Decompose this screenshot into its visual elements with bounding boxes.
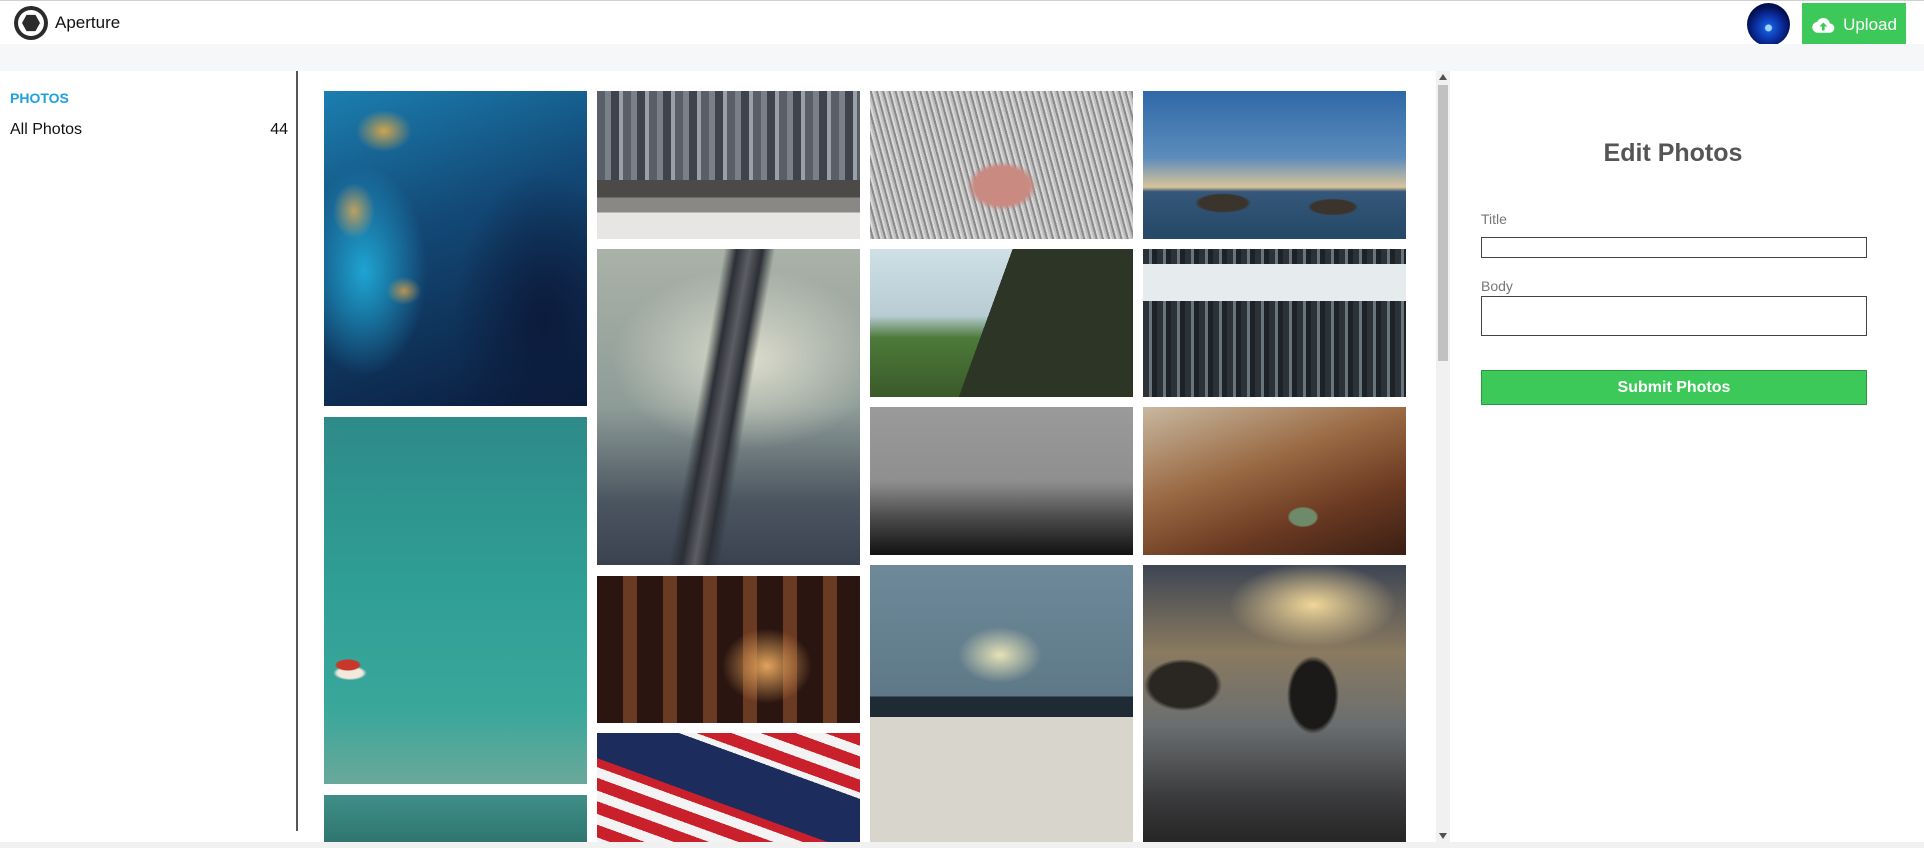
aperture-logo-icon[interactable] <box>14 6 48 40</box>
sidebar-heading: PHOTOS <box>10 90 69 106</box>
upload-label: Upload <box>1843 14 1897 34</box>
sidebar-item-count: 44 <box>270 121 288 138</box>
photo-foggy-railroad[interactable] <box>597 249 860 565</box>
scroll-up-icon[interactable] <box>1439 74 1447 80</box>
cloud-upload-icon <box>1812 17 1835 33</box>
logo-hexagon <box>22 14 40 32</box>
scroll-down-icon[interactable] <box>1439 833 1447 839</box>
upload-button[interactable]: Upload <box>1802 3 1906 46</box>
photo-cliff-road[interactable] <box>870 249 1133 397</box>
photo-teal-water-boat[interactable] <box>324 417 587 784</box>
photo-teal-water-partial[interactable] <box>324 795 587 842</box>
sidebar-item-all-photos[interactable]: All Photos 44 <box>10 121 288 139</box>
gallery-scrollbar[interactable] <box>1436 71 1450 842</box>
photo-city-skyline-bench[interactable] <box>597 91 860 239</box>
photo-aerial-ocean-coral[interactable] <box>324 91 587 406</box>
photo-ocean-sunset-waves[interactable] <box>1143 91 1406 239</box>
edit-photos-title: Edit Photos <box>1603 139 1743 167</box>
body-label: Body <box>1481 278 1513 294</box>
photo-desk-papers[interactable] <box>870 565 1133 842</box>
body-textarea[interactable] <box>1481 296 1867 336</box>
title-input[interactable] <box>1481 237 1867 258</box>
photo-skyscrapers-up[interactable] <box>1143 249 1406 397</box>
photo-cafe-table[interactable] <box>1143 407 1406 555</box>
submit-photos-button[interactable]: Submit Photos <box>1481 370 1867 405</box>
photo-gallery <box>300 71 1438 842</box>
horizontal-scrollbar[interactable] <box>0 842 1924 848</box>
sidebar-item-label: All Photos <box>10 121 83 138</box>
user-avatar[interactable] <box>1747 3 1790 46</box>
photo-arched-corridor[interactable] <box>597 576 860 723</box>
scroll-thumb[interactable] <box>1438 85 1448 361</box>
photo-american-flag[interactable] <box>597 733 860 842</box>
photo-rocky-coast-dusk[interactable] <box>1143 565 1406 842</box>
title-label: Title <box>1481 211 1507 227</box>
photo-foggy-treeline[interactable] <box>870 407 1133 555</box>
toolbar-strip <box>0 44 1924 71</box>
photo-cat-nose[interactable] <box>870 91 1133 239</box>
sidebar: PHOTOS All Photos 44 <box>0 71 298 831</box>
top-navbar: Aperture Upload <box>0 0 1924 46</box>
edit-photos-panel: Edit Photos Title Body Submit Photos <box>1450 71 1924 842</box>
app-title[interactable]: Aperture <box>55 13 120 33</box>
logo-ring <box>18 10 44 36</box>
